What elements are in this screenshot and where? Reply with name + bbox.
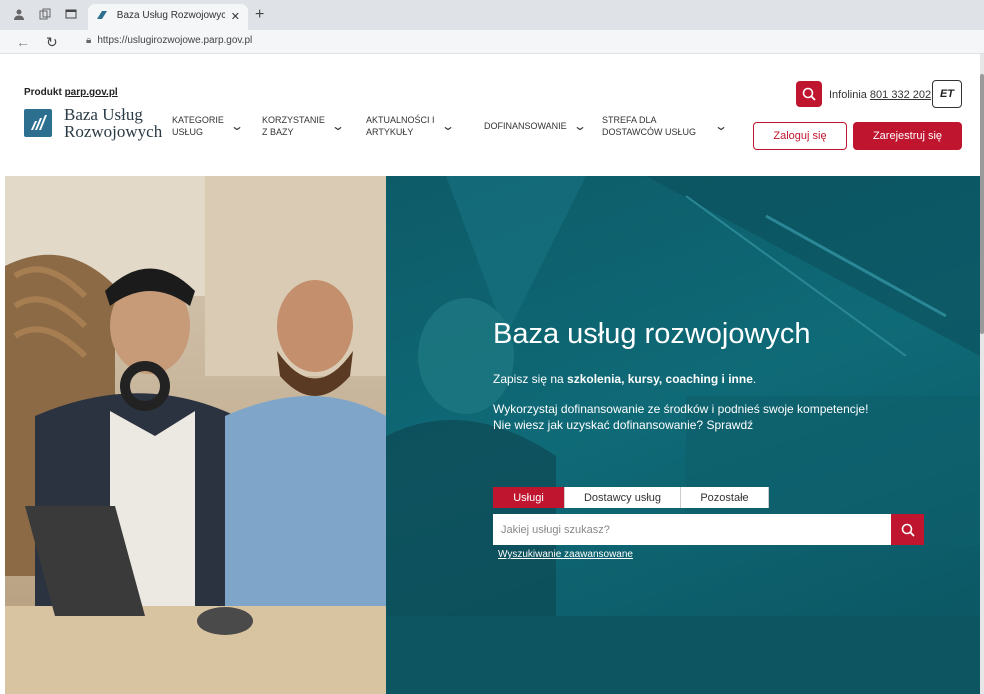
nav-label: DOFINANSOWANIE — [484, 121, 567, 131]
infolinia: Infolinia 801 332 202 — [829, 89, 931, 101]
lock-icon: 🔒︎ — [86, 35, 92, 46]
logo-text: Baza Usług Rozwojowych — [64, 106, 162, 140]
logo-mark-icon — [24, 109, 52, 137]
site-favicon-icon — [96, 10, 108, 20]
hero-photo-workers — [5, 176, 386, 694]
sign-language-button[interactable]: ET — [932, 80, 962, 108]
tab-uslugi[interactable]: Usługi — [493, 487, 565, 508]
search-icon — [802, 87, 816, 101]
tab-title: Baza Usług Rozwojowych - Baza — [116, 10, 225, 21]
search-icon — [901, 523, 915, 537]
tab-pozostale[interactable]: Pozostałe — [681, 487, 769, 508]
nav-label: KATEGORIE — [172, 115, 224, 125]
produkt-line: Produkt parp.gov.pl — [24, 87, 118, 98]
hero-sub-suffix: . — [752, 372, 757, 386]
chevron-down-icon: ⌄ — [440, 119, 455, 133]
profile-icon[interactable] — [12, 8, 26, 22]
register-button[interactable]: Zarejestruj się — [853, 122, 962, 150]
infolinia-label: Infolinia — [829, 89, 867, 101]
url-text: https://uslugirozwojowe.parp.gov.pl — [97, 35, 253, 46]
chevron-down-icon: ⌄ — [330, 119, 345, 133]
sign-language-icon: ET — [939, 88, 955, 100]
site-header: Produkt parp.gov.pl Baza Usług Rozwojowy… — [0, 54, 984, 174]
header-search-button[interactable] — [796, 81, 822, 107]
main-nav: KATEGORIE USŁUG ⌄ KORZYSTANIE Z BAZY ⌄ AKT… — [172, 114, 746, 138]
tab-dostawcy[interactable]: Dostawcy usług — [565, 487, 681, 508]
search-tabs: Usługi Dostawcy usług Pozostałe — [493, 487, 769, 508]
login-button[interactable]: Zaloguj się — [753, 122, 847, 150]
nav-item-kategorie[interactable]: KATEGORIE USŁUG ⌄ — [172, 114, 248, 138]
nav-item-strefa[interactable]: STREFA DLA DOSTAWCÓW USŁUG ⌄ — [602, 114, 732, 138]
collections-icon[interactable] — [38, 8, 52, 22]
back-arrow-icon[interactable]: ← — [16, 34, 30, 50]
site-logo[interactable]: Baza Usług Rozwojowych — [24, 106, 162, 140]
logo-line1: Baza Usług — [64, 105, 143, 124]
new-tab-icon[interactable]: + — [255, 6, 264, 24]
nav-item-dofinansowanie[interactable]: DOFINANSOWANIE ⌄ — [484, 120, 588, 132]
nav-item-korzystanie[interactable]: KORZYSTANIE Z BAZY ⌄ — [262, 114, 352, 138]
workshop-background-illustration — [386, 176, 980, 694]
chevron-down-icon: ⌄ — [229, 119, 244, 133]
service-search-button[interactable] — [891, 514, 924, 545]
sprawdz-link[interactable]: Sprawdź — [706, 418, 753, 432]
nav-label: USŁUG — [172, 127, 204, 137]
tab-actions-icon[interactable] — [64, 8, 78, 22]
chevron-down-icon: ⌄ — [713, 119, 729, 133]
close-tab-icon[interactable]: ✕ — [231, 10, 240, 23]
hero-photo-illustration — [5, 176, 386, 694]
hero-title: Baza usług rozwojowych — [493, 318, 811, 350]
infolinia-phone-link[interactable]: 801 332 202 — [870, 89, 931, 101]
hero-description: Wykorzystaj dofinansowanie ze środków i … — [493, 401, 868, 433]
nav-label: STREFA DLA — [602, 115, 657, 125]
browser-tab[interactable]: Baza Usług Rozwojowych - Baza ✕ — [88, 4, 248, 30]
nav-label: AKTUALNOŚCI I — [366, 115, 435, 125]
hero-desc-line1: Wykorzystaj dofinansowanie ze środków i … — [493, 402, 869, 416]
logo-line2: Rozwojowych — [64, 122, 163, 141]
parp-link[interactable]: parp.gov.pl — [65, 87, 118, 98]
chevron-down-icon: ⌄ — [572, 119, 587, 133]
url-field[interactable]: 🔒︎ https://uslugirozwojowe.parp.gov.pl — [80, 33, 258, 51]
nav-label: Z BAZY — [262, 127, 294, 137]
nav-label: DOSTAWCÓW USŁUG — [602, 127, 696, 137]
hero-banner — [5, 176, 980, 694]
hero-subtitle: Zapisz się na szkolenia, kursy, coaching… — [493, 372, 756, 386]
service-search-input[interactable] — [493, 514, 891, 545]
refresh-icon[interactable]: ↻ — [46, 34, 58, 51]
nav-label: KORZYSTANIE — [262, 115, 325, 125]
hero-sub-prefix: Zapisz się na — [493, 372, 568, 386]
browser-tab-bar: Baza Usług Rozwojowych - Baza ✕ + — [0, 0, 984, 30]
hero-desc-line2: Nie wiesz jak uzyskać dofinansowanie? — [493, 418, 707, 432]
nav-item-aktualnosci[interactable]: AKTUALNOŚCI I ARTYKUŁY ⌄ — [366, 114, 470, 138]
hero-photo-workshop — [386, 176, 980, 694]
address-bar: ← ↻ 🔒︎ https://uslugirozwojowe.parp.gov.p… — [0, 30, 984, 54]
advanced-search-link[interactable]: Wyszukiwanie zaawansowane — [498, 549, 633, 560]
hero-sub-bold: szkolenia, kursy, coaching i inne — [567, 372, 753, 386]
nav-label: ARTYKUŁY — [366, 127, 414, 137]
produkt-label: Produkt — [24, 87, 62, 98]
page-scrollbar[interactable] — [980, 54, 984, 694]
scrollbar-thumb[interactable] — [980, 74, 984, 334]
